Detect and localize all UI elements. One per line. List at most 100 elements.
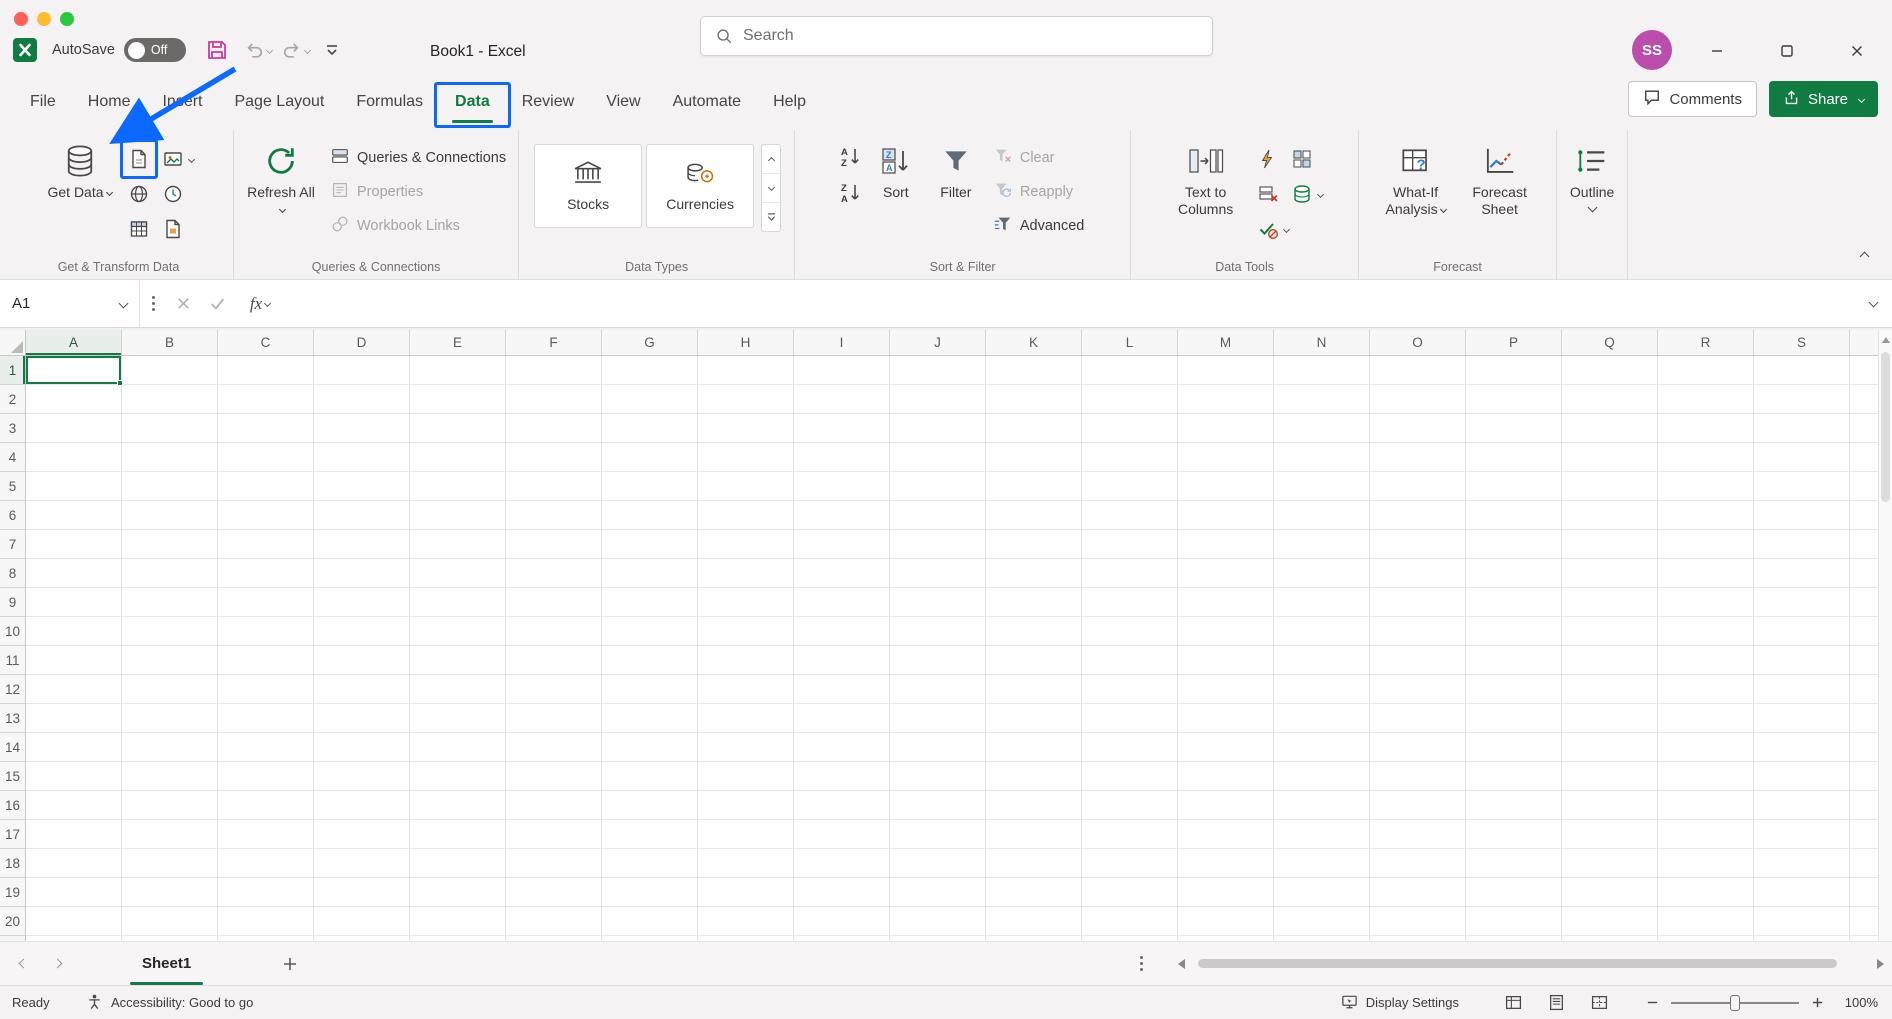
advanced-filter-button[interactable]: Advanced [989,212,1089,240]
cell-K19[interactable] [986,878,1082,907]
cell-K11[interactable] [986,646,1082,675]
properties-button[interactable]: Properties [326,178,510,206]
cancel-button[interactable] [166,287,200,321]
cell-H20[interactable] [698,907,794,936]
cell-T2[interactable] [1850,385,1878,414]
cell-K20[interactable] [986,907,1082,936]
row-header-6[interactable]: 6 [0,501,26,530]
cell-M7[interactable] [1178,530,1274,559]
cell-Q10[interactable] [1562,617,1658,646]
cell-O4[interactable] [1370,443,1466,472]
column-header-E[interactable]: E [410,330,506,356]
cell-A13[interactable] [26,704,122,733]
cell-S20[interactable] [1754,907,1850,936]
cell-Q3[interactable] [1562,414,1658,443]
cell-B10[interactable] [122,617,218,646]
cell-E4[interactable] [410,443,506,472]
column-header-L[interactable]: L [1082,330,1178,356]
cell-C10[interactable] [218,617,314,646]
sort-descending-button[interactable]: ZA [837,180,863,206]
cell-H15[interactable] [698,762,794,791]
cell-T6[interactable] [1850,501,1878,530]
row-header-12[interactable]: 12 [0,675,26,704]
cell-D7[interactable] [314,530,410,559]
cell-K2[interactable] [986,385,1082,414]
cell-I4[interactable] [794,443,890,472]
cell-A17[interactable] [26,820,122,849]
cell-F11[interactable] [506,646,602,675]
cell-C20[interactable] [218,907,314,936]
row-header-13[interactable]: 13 [0,704,26,733]
column-header-H[interactable]: H [698,330,794,356]
cell-O15[interactable] [1370,762,1466,791]
cell-N9[interactable] [1274,588,1370,617]
sheet-options-button[interactable] [1128,951,1154,977]
cell-O20[interactable] [1370,907,1466,936]
column-header-D[interactable]: D [314,330,410,356]
sort-ascending-button[interactable]: AZ [837,144,863,170]
cell-J19[interactable] [890,878,986,907]
cell-R10[interactable] [1658,617,1754,646]
cell-D15[interactable] [314,762,410,791]
cell-Q5[interactable] [1562,472,1658,501]
next-sheet-button[interactable] [48,953,66,975]
cell-T17[interactable] [1850,820,1878,849]
cell-M1[interactable] [1178,356,1274,385]
cell-A3[interactable] [26,414,122,443]
cell-K4[interactable] [986,443,1082,472]
cell-H2[interactable] [698,385,794,414]
cell-M16[interactable] [1178,791,1274,820]
cell-I9[interactable] [794,588,890,617]
normal-view-button[interactable] [1505,994,1522,1011]
cell-A8[interactable] [26,559,122,588]
cell-J4[interactable] [890,443,986,472]
page-break-view-button[interactable] [1591,994,1608,1011]
tab-view[interactable]: View [590,78,656,126]
cell-D8[interactable] [314,559,410,588]
cell-G14[interactable] [602,733,698,762]
cell-T11[interactable] [1850,646,1878,675]
cell-H4[interactable] [698,443,794,472]
row-header-10[interactable]: 10 [0,617,26,646]
cell-H17[interactable] [698,820,794,849]
cell-F20[interactable] [506,907,602,936]
cell-L6[interactable] [1082,501,1178,530]
cell-P8[interactable] [1466,559,1562,588]
cell-M8[interactable] [1178,559,1274,588]
cell-B3[interactable] [122,414,218,443]
cell-S15[interactable] [1754,762,1850,791]
gallery-more-button[interactable] [762,203,780,231]
cell-H3[interactable] [698,414,794,443]
cell-O5[interactable] [1370,472,1466,501]
cell-S13[interactable] [1754,704,1850,733]
cell-A2[interactable] [26,385,122,414]
cell-T19[interactable] [1850,878,1878,907]
cell-R4[interactable] [1658,443,1754,472]
save-button[interactable] [206,39,228,61]
clear-filter-button[interactable]: Clear [989,144,1089,172]
cell-I19[interactable] [794,878,890,907]
reapply-filter-button[interactable]: Reapply [989,178,1089,206]
cell-R7[interactable] [1658,530,1754,559]
cell-S12[interactable] [1754,675,1850,704]
cell-L20[interactable] [1082,907,1178,936]
cell-B1[interactable] [122,356,218,385]
cell-L13[interactable] [1082,704,1178,733]
cell-C17[interactable] [218,820,314,849]
row-header-8[interactable]: 8 [0,559,26,588]
cell-E15[interactable] [410,762,506,791]
cell-H8[interactable] [698,559,794,588]
cell-E8[interactable] [410,559,506,588]
cell-L16[interactable] [1082,791,1178,820]
cell-G6[interactable] [602,501,698,530]
cell-O19[interactable] [1370,878,1466,907]
cell-A20[interactable] [26,907,122,936]
share-button[interactable]: Share [1769,81,1878,117]
cell-T4[interactable] [1850,443,1878,472]
cell-L11[interactable] [1082,646,1178,675]
column-header-R[interactable]: R [1658,330,1754,356]
cell-J7[interactable] [890,530,986,559]
cell-F19[interactable] [506,878,602,907]
vertical-scroll-thumb[interactable] [1881,352,1890,502]
cell-Q20[interactable] [1562,907,1658,936]
